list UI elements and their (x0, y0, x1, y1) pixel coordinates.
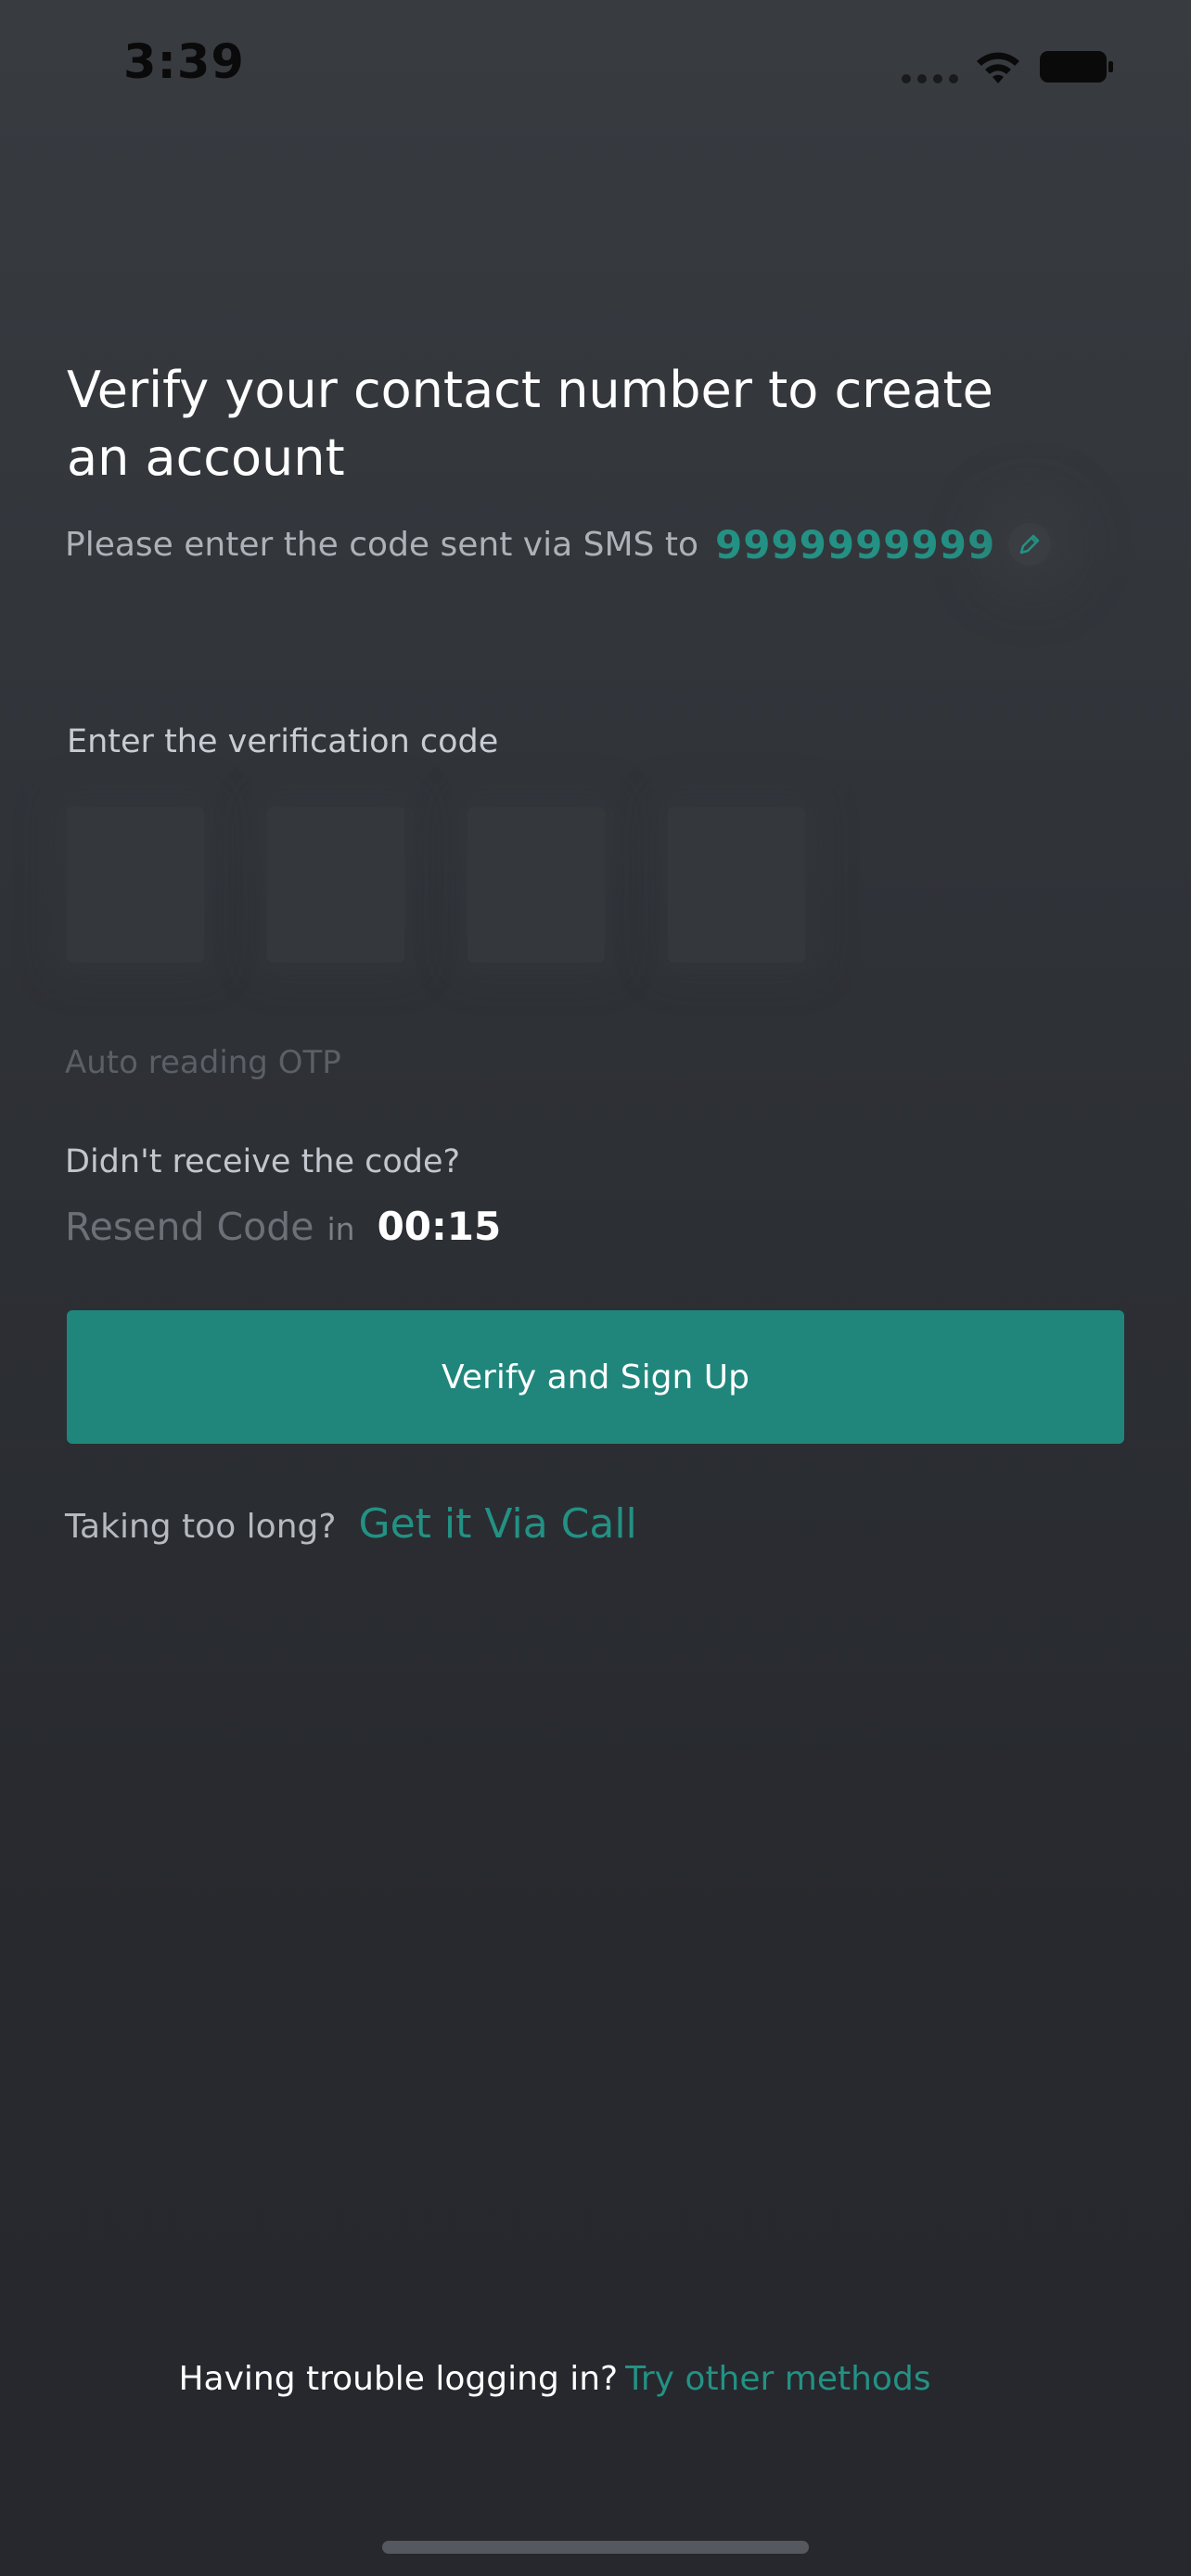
trouble-logging-in-text: Having trouble logging in? (178, 2360, 619, 2398)
resend-timer: 00:15 (377, 1204, 502, 1249)
otp-digit-3[interactable] (467, 807, 605, 963)
auto-read-otp-text: Auto reading OTP (65, 1044, 341, 1081)
resend-code-button[interactable]: Resend Code (65, 1205, 314, 1249)
resend-row: Resend Code in 00:15 (65, 1204, 501, 1256)
phone-number: 9999999999 (714, 521, 996, 567)
page-title: Verify your contact number to create an … (67, 361, 993, 487)
pencil-icon (1019, 534, 1040, 555)
trouble-row: Having trouble logging in? Try other met… (0, 2360, 1191, 2398)
taking-too-long-text: Taking too long? (65, 1508, 337, 1546)
get-it-via-call-link[interactable]: Get it Via Call (358, 1500, 636, 1548)
home-indicator[interactable] (382, 2541, 809, 2554)
call-row: Taking too long? Get it Via Call (65, 1500, 637, 1556)
otp-label: Enter the verification code (67, 723, 499, 760)
subtitle-row: Please enter the code sent via SMS to 99… (65, 520, 1052, 568)
otp-digit-4[interactable] (668, 807, 805, 963)
verify-sign-up-button[interactable]: Verify and Sign Up (67, 1310, 1124, 1444)
resend-question: Didn't receive the code? (65, 1143, 461, 1180)
subtitle-text: Please enter the code sent via SMS to (65, 525, 698, 564)
try-other-methods-link[interactable]: Try other methods (625, 2360, 930, 2398)
status-bar-time: 3:39 (123, 35, 245, 90)
battery-icon (1040, 51, 1113, 83)
otp-digit-2[interactable] (267, 807, 404, 963)
otp-digit-1[interactable] (67, 807, 204, 963)
wifi-icon (977, 52, 1019, 83)
signal-icon (902, 74, 958, 83)
resend-in-label: in (327, 1211, 355, 1247)
edit-phone-button[interactable] (1008, 523, 1052, 566)
